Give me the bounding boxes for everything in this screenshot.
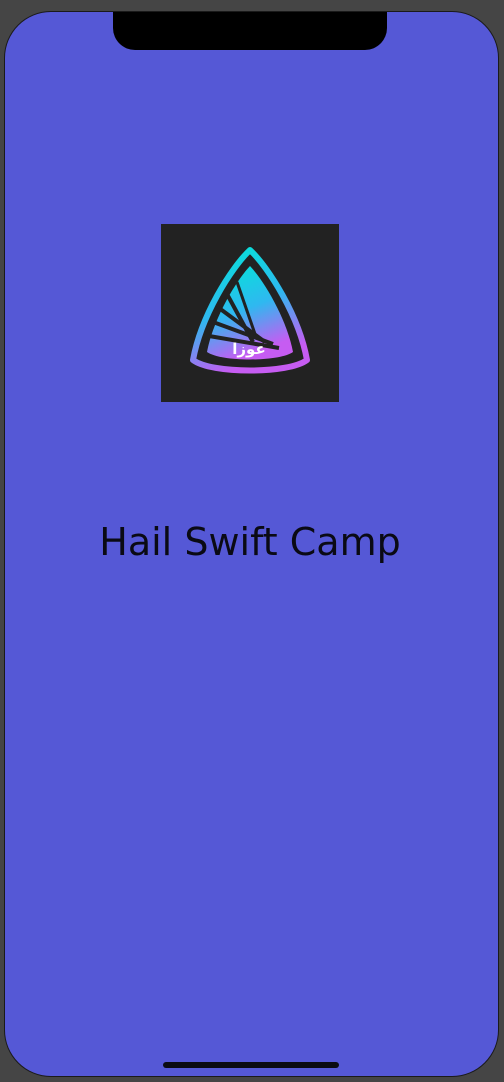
page-title: Hail Swift Camp <box>99 520 401 564</box>
device-notch <box>113 12 387 50</box>
home-indicator[interactable] <box>163 1062 339 1068</box>
swift-camp-logo: عوزا <box>161 224 339 402</box>
device-frame: عوزا Hail Swift Camp <box>0 0 504 1082</box>
logo-calligraphy: عوزا <box>232 340 265 358</box>
logo-graphic: عوزا <box>190 247 310 374</box>
app-screen: عوزا Hail Swift Camp <box>5 12 498 1076</box>
